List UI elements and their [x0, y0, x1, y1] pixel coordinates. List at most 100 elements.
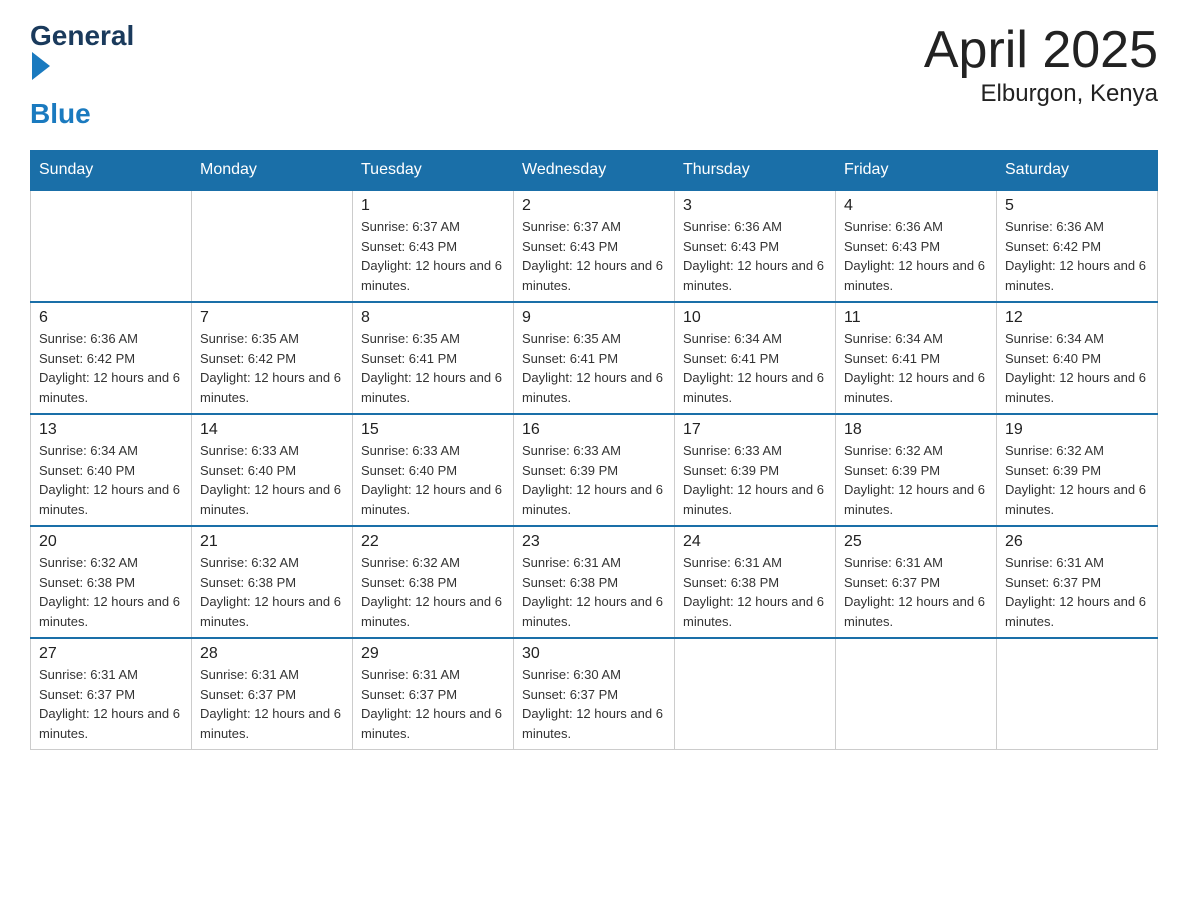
day-info: Sunrise: 6:33 AM Sunset: 6:39 PM Dayligh…: [522, 441, 666, 519]
weekday-header-sunday: Sunday: [31, 151, 192, 191]
day-number: 9: [522, 309, 666, 327]
title-area: April 2025 Elburgon, Kenya: [924, 20, 1158, 108]
logo-general-text: General: [30, 20, 134, 51]
day-number: 23: [522, 533, 666, 551]
calendar-week-row: 1 Sunrise: 6:37 AM Sunset: 6:43 PM Daylig…: [31, 190, 1158, 302]
day-info: Sunrise: 6:35 AM Sunset: 6:42 PM Dayligh…: [200, 329, 344, 407]
calendar-cell: [31, 190, 192, 302]
day-info: Sunrise: 6:37 AM Sunset: 6:43 PM Dayligh…: [361, 217, 505, 295]
day-number: 30: [522, 645, 666, 663]
day-number: 16: [522, 421, 666, 439]
day-info: Sunrise: 6:33 AM Sunset: 6:39 PM Dayligh…: [683, 441, 827, 519]
calendar-cell: 28Sunrise: 6:31 AM Sunset: 6:37 PM Dayli…: [192, 638, 353, 750]
day-info: Sunrise: 6:34 AM Sunset: 6:41 PM Dayligh…: [683, 329, 827, 407]
day-number: 15: [361, 421, 505, 439]
calendar-cell: 7 Sunrise: 6:35 AM Sunset: 6:42 PM Daylig…: [192, 302, 353, 414]
day-number: 10: [683, 309, 827, 327]
day-info: Sunrise: 6:36 AM Sunset: 6:43 PM Dayligh…: [844, 217, 988, 295]
day-info: Sunrise: 6:31 AM Sunset: 6:37 PM Dayligh…: [200, 665, 344, 743]
calendar-cell: 27 Sunrise: 6:31 AM Sunset: 6:37 PM Dayli…: [31, 638, 192, 750]
calendar-cell: 9Sunrise: 6:35 AM Sunset: 6:41 PM Daylig…: [514, 302, 675, 414]
day-info: Sunrise: 6:34 AM Sunset: 6:40 PM Dayligh…: [1005, 329, 1149, 407]
calendar-cell: 25 Sunrise: 6:31 AM Sunset: 6:37 PM Dayli…: [836, 526, 997, 638]
calendar-title: April 2025: [924, 20, 1158, 80]
weekday-header-row: SundayMondayTuesdayWednesdayThursdayFrid…: [31, 151, 1158, 191]
day-info: Sunrise: 6:36 AM Sunset: 6:42 PM Dayligh…: [1005, 217, 1149, 295]
calendar-cell: 13 Sunrise: 6:34 AM Sunset: 6:40 PM Dayli…: [31, 414, 192, 526]
day-number: 22: [361, 533, 505, 551]
day-info: Sunrise: 6:32 AM Sunset: 6:38 PM Dayligh…: [39, 553, 183, 631]
logo: General Blue: [30, 20, 134, 130]
day-info: Sunrise: 6:33 AM Sunset: 6:40 PM Dayligh…: [200, 441, 344, 519]
day-number: 6: [39, 309, 183, 327]
calendar-cell: [836, 638, 997, 750]
calendar-cell: 12 Sunrise: 6:34 AM Sunset: 6:40 PM Dayli…: [997, 302, 1158, 414]
day-info: Sunrise: 6:31 AM Sunset: 6:37 PM Dayligh…: [1005, 553, 1149, 631]
day-number: 3: [683, 197, 827, 215]
day-number: 21: [200, 533, 344, 551]
calendar-cell: 29 Sunrise: 6:31 AM Sunset: 6:37 PM Dayli…: [353, 638, 514, 750]
day-number: 11: [844, 309, 988, 327]
day-number: 19: [1005, 421, 1149, 439]
calendar-week-row: 27 Sunrise: 6:31 AM Sunset: 6:37 PM Dayli…: [31, 638, 1158, 750]
day-info: Sunrise: 6:31 AM Sunset: 6:37 PM Dayligh…: [844, 553, 988, 631]
logo-blue-text: Blue: [30, 98, 91, 129]
weekday-header-saturday: Saturday: [997, 151, 1158, 191]
calendar-cell: 19Sunrise: 6:32 AM Sunset: 6:39 PM Dayli…: [997, 414, 1158, 526]
calendar-cell: 4 Sunrise: 6:36 AM Sunset: 6:43 PM Daylig…: [836, 190, 997, 302]
calendar-cell: 24 Sunrise: 6:31 AM Sunset: 6:38 PM Dayli…: [675, 526, 836, 638]
weekday-header-friday: Friday: [836, 151, 997, 191]
day-number: 25: [844, 533, 988, 551]
logo-icon: [30, 52, 134, 80]
calendar-location: Elburgon, Kenya: [924, 80, 1158, 108]
calendar-cell: 5 Sunrise: 6:36 AM Sunset: 6:42 PM Daylig…: [997, 190, 1158, 302]
calendar-cell: 26 Sunrise: 6:31 AM Sunset: 6:37 PM Dayli…: [997, 526, 1158, 638]
day-number: 5: [1005, 197, 1149, 215]
day-info: Sunrise: 6:36 AM Sunset: 6:43 PM Dayligh…: [683, 217, 827, 295]
calendar-cell: 17Sunrise: 6:33 AM Sunset: 6:39 PM Dayli…: [675, 414, 836, 526]
day-number: 2: [522, 197, 666, 215]
calendar-cell: 23Sunrise: 6:31 AM Sunset: 6:38 PM Dayli…: [514, 526, 675, 638]
calendar-cell: [675, 638, 836, 750]
calendar-cell: 20 Sunrise: 6:32 AM Sunset: 6:38 PM Dayli…: [31, 526, 192, 638]
weekday-header-monday: Monday: [192, 151, 353, 191]
day-info: Sunrise: 6:35 AM Sunset: 6:41 PM Dayligh…: [361, 329, 505, 407]
day-info: Sunrise: 6:34 AM Sunset: 6:41 PM Dayligh…: [844, 329, 988, 407]
day-number: 1: [361, 197, 505, 215]
day-info: Sunrise: 6:32 AM Sunset: 6:38 PM Dayligh…: [200, 553, 344, 631]
calendar-cell: 21 Sunrise: 6:32 AM Sunset: 6:38 PM Dayli…: [192, 526, 353, 638]
day-info: Sunrise: 6:34 AM Sunset: 6:40 PM Dayligh…: [39, 441, 183, 519]
calendar-week-row: 13 Sunrise: 6:34 AM Sunset: 6:40 PM Dayli…: [31, 414, 1158, 526]
calendar-cell: 18Sunrise: 6:32 AM Sunset: 6:39 PM Dayli…: [836, 414, 997, 526]
day-info: Sunrise: 6:31 AM Sunset: 6:37 PM Dayligh…: [361, 665, 505, 743]
day-info: Sunrise: 6:31 AM Sunset: 6:38 PM Dayligh…: [683, 553, 827, 631]
day-number: 20: [39, 533, 183, 551]
day-info: Sunrise: 6:32 AM Sunset: 6:38 PM Dayligh…: [361, 553, 505, 631]
day-number: 12: [1005, 309, 1149, 327]
calendar-cell: 3 Sunrise: 6:36 AM Sunset: 6:43 PM Daylig…: [675, 190, 836, 302]
calendar-cell: 1 Sunrise: 6:37 AM Sunset: 6:43 PM Daylig…: [353, 190, 514, 302]
calendar-cell: [192, 190, 353, 302]
day-number: 29: [361, 645, 505, 663]
day-info: Sunrise: 6:30 AM Sunset: 6:37 PM Dayligh…: [522, 665, 666, 743]
calendar-cell: 22 Sunrise: 6:32 AM Sunset: 6:38 PM Dayli…: [353, 526, 514, 638]
day-number: 24: [683, 533, 827, 551]
calendar-cell: 16 Sunrise: 6:33 AM Sunset: 6:39 PM Dayli…: [514, 414, 675, 526]
day-number: 7: [200, 309, 344, 327]
calendar-cell: 30 Sunrise: 6:30 AM Sunset: 6:37 PM Dayli…: [514, 638, 675, 750]
calendar-cell: 14 Sunrise: 6:33 AM Sunset: 6:40 PM Dayli…: [192, 414, 353, 526]
calendar-table: SundayMondayTuesdayWednesdayThursdayFrid…: [30, 150, 1158, 750]
calendar-cell: [997, 638, 1158, 750]
page-header: General Blue April 2025 Elburgon, Kenya: [30, 20, 1158, 130]
day-number: 14: [200, 421, 344, 439]
day-info: Sunrise: 6:31 AM Sunset: 6:37 PM Dayligh…: [39, 665, 183, 743]
day-number: 26: [1005, 533, 1149, 551]
calendar-cell: 11 Sunrise: 6:34 AM Sunset: 6:41 PM Dayli…: [836, 302, 997, 414]
day-number: 13: [39, 421, 183, 439]
calendar-cell: 2Sunrise: 6:37 AM Sunset: 6:43 PM Daylig…: [514, 190, 675, 302]
calendar-cell: 15Sunrise: 6:33 AM Sunset: 6:40 PM Dayli…: [353, 414, 514, 526]
day-info: Sunrise: 6:36 AM Sunset: 6:42 PM Dayligh…: [39, 329, 183, 407]
day-number: 27: [39, 645, 183, 663]
calendar-cell: 10 Sunrise: 6:34 AM Sunset: 6:41 PM Dayli…: [675, 302, 836, 414]
day-number: 4: [844, 197, 988, 215]
